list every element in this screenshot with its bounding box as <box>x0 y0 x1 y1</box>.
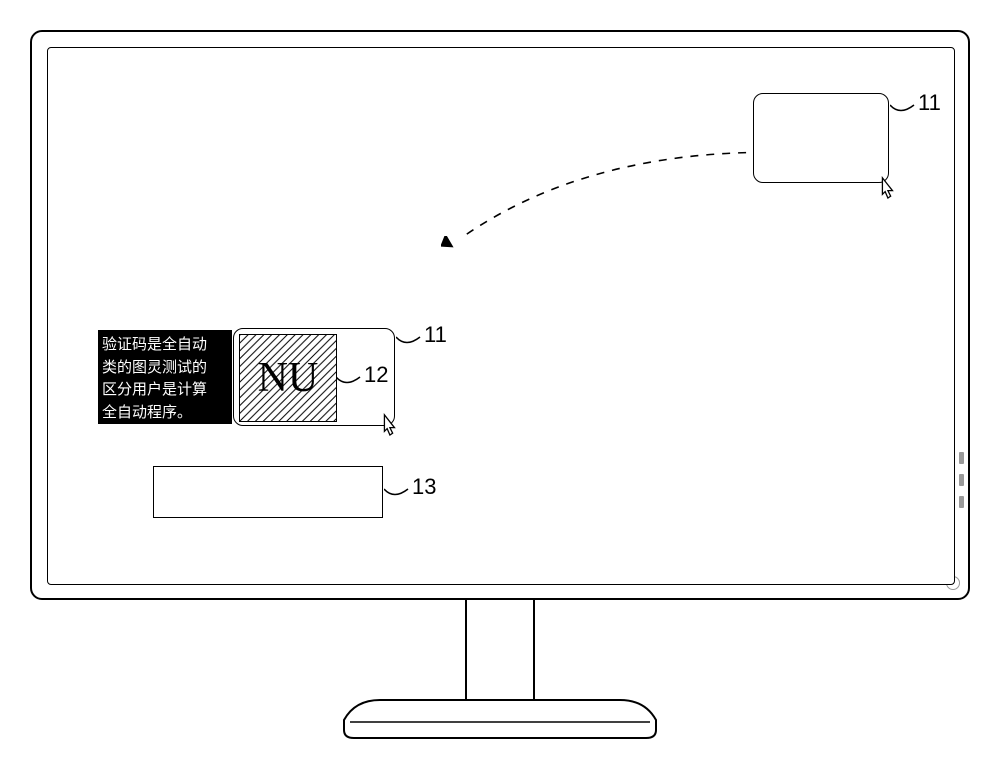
pointer-cursor-icon <box>876 176 898 204</box>
tooltip-text: 验证码是全自动 类的图灵测试的 区分用户是计算 全自动程序。 <box>98 330 232 424</box>
tooltip-line: 全自动程序。 <box>102 404 192 421</box>
monitor-bezel: 验证码是全自动 类的图灵测试的 区分用户是计算 全自动程序。 NU <box>30 30 970 600</box>
side-button <box>959 496 964 508</box>
tooltip-line: 类的图灵测试的 <box>102 359 207 376</box>
leader-line <box>890 96 920 114</box>
pointer-cursor-icon <box>378 413 400 441</box>
reference-label: 12 <box>364 362 388 388</box>
draggable-card-start[interactable] <box>753 93 889 183</box>
arrowhead-icon <box>441 236 459 259</box>
reference-label: 11 <box>424 322 447 348</box>
tooltip-line: 验证码是全自动 <box>102 336 207 353</box>
side-button <box>959 474 964 486</box>
leader-line <box>396 328 426 346</box>
leader-line <box>336 368 366 386</box>
captcha-image: NU <box>239 334 337 422</box>
side-button <box>959 452 964 464</box>
monitor-side-buttons <box>959 452 964 508</box>
leader-line <box>384 480 414 498</box>
monitor-screen: 验证码是全自动 类的图灵测试的 区分用户是计算 全自动程序。 NU <box>47 47 955 585</box>
captcha-input[interactable] <box>153 466 383 518</box>
monitor-base <box>340 698 660 740</box>
captcha-text: NU <box>258 354 319 402</box>
monitor-neck <box>465 600 535 700</box>
tooltip-line: 区分用户是计算 <box>102 381 207 398</box>
reference-label: 11 <box>918 90 941 116</box>
reference-label: 13 <box>412 474 436 500</box>
